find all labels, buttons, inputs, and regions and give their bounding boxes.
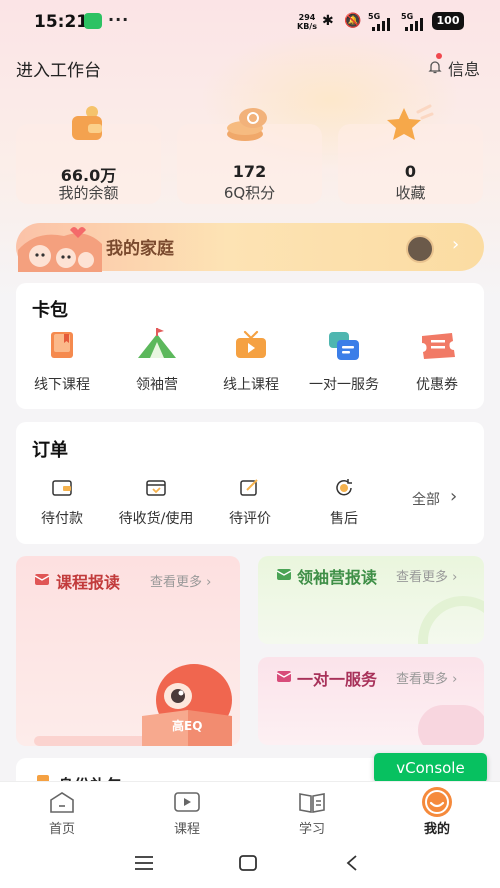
mascot-badge-text: 高EQ — [172, 719, 203, 733]
order-item-label: 售后 — [330, 511, 358, 527]
coins-icon — [227, 108, 267, 141]
decor-cloud — [418, 705, 484, 745]
tab-home[interactable]: 首页 — [32, 786, 92, 837]
smile-icon — [422, 787, 452, 817]
enter-workbench-link[interactable]: 进入工作台 — [16, 56, 101, 81]
wallet-outline-icon — [52, 480, 72, 496]
chevron-right-icon: › — [452, 234, 460, 255]
order-item-label: 待付款 — [41, 511, 83, 527]
course-enrollment-title: 课程报读 — [56, 573, 121, 592]
leader-more-link[interactable]: 查看更多 › — [396, 566, 457, 585]
network-speed: 294 KB/s — [297, 13, 317, 31]
refund-icon — [336, 479, 352, 496]
mail-icon — [276, 569, 292, 580]
tab-label: 首页 — [48, 822, 75, 837]
video-icon — [174, 792, 200, 812]
order-item-after-sales[interactable]: 售后 — [296, 474, 392, 530]
card-item-label: 一对一服务 — [309, 377, 379, 393]
book-open-icon — [299, 793, 325, 813]
tab-courses[interactable]: 课程 — [157, 786, 217, 837]
tab-mine[interactable]: 我的 — [407, 786, 467, 837]
orders-title: 订单 — [32, 440, 68, 461]
all-label: 全部 — [412, 492, 440, 508]
family-title: 我的家庭 — [106, 239, 174, 259]
family-illustration — [18, 227, 102, 272]
notification-dot — [436, 53, 442, 59]
home-square-icon[interactable] — [238, 854, 258, 872]
decor-ring — [418, 596, 484, 644]
orders-all-link[interactable]: 全部 › — [408, 486, 468, 510]
bell-icon[interactable] — [428, 60, 442, 74]
wechat-icon — [84, 13, 102, 29]
card-item-offline-course[interactable]: 线下课程 — [17, 326, 107, 396]
tent-icon — [138, 328, 176, 358]
avatar — [406, 235, 434, 263]
order-item-pending-receipt[interactable]: 待收货/使用 — [108, 474, 204, 530]
order-item-pending-review[interactable]: 待评价 — [202, 474, 298, 530]
tv-icon — [236, 330, 266, 358]
book-icon — [51, 332, 73, 358]
mail-icon — [34, 574, 50, 585]
ticket-icon — [422, 333, 455, 359]
tab-label: 学习 — [298, 822, 325, 837]
points-label: 6Q积分 — [223, 184, 276, 202]
card-item-leader-camp[interactable]: 领袖营 — [112, 326, 202, 396]
net-speed-value: 294 — [298, 13, 316, 22]
mute-icon: 🔕 — [344, 13, 362, 29]
battery-icon: 100 — [432, 12, 464, 30]
home-icon — [50, 792, 74, 813]
order-item-pending-payment[interactable]: 待付款 — [14, 474, 110, 530]
tab-study[interactable]: 学习 — [282, 786, 342, 837]
messages-link[interactable]: 信息 — [448, 56, 480, 80]
more-dots: ··· — [108, 10, 130, 29]
signal-icon — [405, 17, 423, 31]
back-icon[interactable] — [344, 854, 360, 872]
menu-icon[interactable] — [134, 855, 154, 871]
card-pack-title: 卡包 — [32, 300, 68, 321]
one-on-one-title: 一对一服务 — [297, 670, 378, 689]
balance-label: 我的余额 — [58, 184, 119, 202]
package-icon — [146, 480, 166, 496]
points-value: 172 — [232, 162, 267, 181]
status-time: 15:21 — [34, 12, 89, 32]
card-item-one-on-one[interactable]: 一对一服务 — [299, 326, 389, 396]
card-item-label: 领袖营 — [136, 377, 178, 393]
tab-label: 课程 — [173, 822, 200, 837]
star-icon — [387, 104, 434, 140]
mail-icon — [276, 671, 292, 682]
net-speed-unit: KB/s — [297, 22, 317, 31]
status-bar: 15:21 ··· 294 KB/s ✱ 🔕 5G 5G 100 — [0, 0, 500, 44]
chevron-right-icon: › — [450, 486, 458, 507]
favorites-label: 收藏 — [395, 184, 426, 202]
card-item-coupon[interactable]: 优惠券 — [392, 326, 482, 396]
signal-icon — [372, 17, 390, 31]
leader-camp-title: 领袖营报读 — [297, 568, 378, 587]
order-item-label: 待收货/使用 — [118, 511, 194, 527]
service-more-link[interactable]: 查看更多 › — [396, 668, 457, 687]
card-item-label: 线上课程 — [223, 377, 279, 393]
favorites-value: 0 — [404, 162, 417, 181]
card-item-online-course[interactable]: 线上课程 — [206, 326, 296, 396]
wallet-icon — [72, 106, 102, 140]
bluetooth-icon: ✱ — [322, 13, 334, 29]
vconsole-button[interactable]: vConsole — [374, 753, 487, 783]
card-item-label: 线下课程 — [34, 377, 90, 393]
chat-icon — [329, 332, 359, 360]
card-item-label: 优惠券 — [416, 377, 458, 393]
edit-icon — [240, 479, 258, 496]
course-more-link[interactable]: 查看更多 › — [150, 571, 211, 590]
tab-label: 我的 — [423, 822, 450, 837]
order-item-label: 待评价 — [229, 511, 271, 527]
